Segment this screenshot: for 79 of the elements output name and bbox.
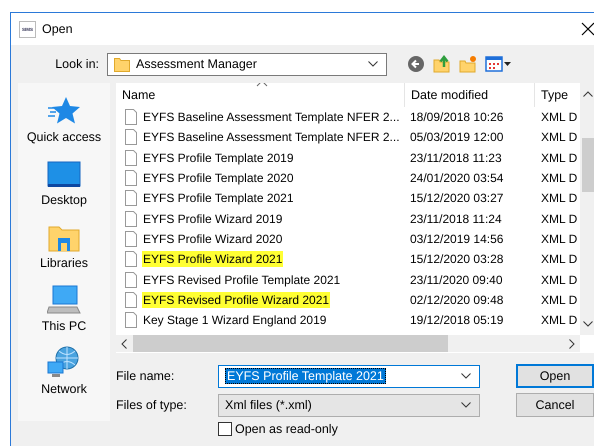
close-icon[interactable] <box>581 22 594 36</box>
document-icon <box>125 109 137 126</box>
file-name[interactable]: EYFS Profile Template 2020 <box>142 170 295 186</box>
document-icon <box>125 150 137 166</box>
document-icon <box>125 230 137 247</box>
star-icon <box>47 96 81 126</box>
file-type-dropdown[interactable]: Xml files (*.xml) <box>218 394 480 416</box>
document-icon <box>125 292 137 308</box>
scroll-up-icon[interactable] <box>583 91 593 97</box>
scroll-left-icon[interactable] <box>121 338 127 348</box>
file-type: XML D <box>541 272 578 287</box>
date-modified: 05/03/2019 12:00 <box>410 130 504 144</box>
file-name[interactable]: EYFS Profile Wizard 2021 <box>142 251 284 268</box>
file-name[interactable]: EYFS Profile Wizard 2020 <box>142 230 284 247</box>
sidebar-item[interactable]: Libraries <box>40 256 88 270</box>
file-type: XML D <box>541 150 578 165</box>
monitor-icon <box>47 161 81 189</box>
file-type: XML D <box>541 191 578 206</box>
file-type: XML D <box>541 110 578 124</box>
date-modified: 03/12/2019 14:56 <box>410 232 504 246</box>
date-modified: 15/12/2020 03:28 <box>410 252 504 266</box>
vertical-scrollbar[interactable] <box>580 83 594 335</box>
file-name-field[interactable]: EYFS Profile Template 2021 <box>218 364 480 388</box>
file-type: XML D <box>541 171 578 186</box>
document-icon <box>125 251 137 268</box>
globe-computer-icon <box>47 346 81 378</box>
file-name[interactable]: EYFS Profile Template 2021 <box>142 190 295 206</box>
file-type: XML D <box>541 313 578 328</box>
scrollbar-thumb[interactable] <box>582 138 594 192</box>
date-modified: 23/11/2018 11:23 <box>410 150 502 165</box>
date-modified: 18/09/2018 10:26 <box>410 110 504 124</box>
date-modified: 23/11/2020 09:40 <box>410 272 503 287</box>
file-name-label: File name: <box>116 369 176 383</box>
sidebar-item[interactable]: Network <box>41 382 87 396</box>
file-name[interactable]: EYFS Revised Profile Template 2021 <box>142 272 342 288</box>
date-modified: 19/12/2018 05:19 <box>410 313 504 328</box>
computer-icon <box>47 285 81 315</box>
folder-icon <box>48 224 80 252</box>
file-type: XML D <box>541 212 578 226</box>
file-type: XML D <box>541 292 578 307</box>
date-modified: 23/11/2018 11:24 <box>410 212 502 226</box>
checkbox-label[interactable]: Open as read-only <box>235 422 338 436</box>
date-modified: 15/12/2020 03:27 <box>410 191 504 206</box>
document-icon <box>125 129 137 146</box>
view-menu-icon[interactable] <box>485 55 513 73</box>
document-icon <box>125 312 137 328</box>
scroll-down-icon[interactable] <box>583 321 593 327</box>
file-name[interactable]: EYFS Baseline Assessment Template NFER 2... <box>142 129 401 146</box>
file-type: XML D <box>541 130 578 144</box>
document-icon <box>125 210 137 227</box>
folder-icon <box>114 56 130 72</box>
document-icon <box>125 272 137 288</box>
date-modified: 02/12/2020 09:48 <box>410 292 504 307</box>
look-in-label: Look in: <box>54 57 100 71</box>
file-name[interactable]: EYFS Profile Wizard 2019 <box>142 210 284 227</box>
file-type: XML D <box>541 232 578 246</box>
file-name[interactable]: Key Stage 1 Wizard England 2019 <box>142 312 328 328</box>
date-modified: 24/01/2020 03:54 <box>410 171 504 186</box>
file-name[interactable]: EYFS Revised Profile Wizard 2021 <box>142 292 330 308</box>
column-header[interactable]: Name <box>116 83 405 107</box>
file-type: XML D <box>541 252 578 266</box>
sidebar-item[interactable]: This PC <box>42 319 86 333</box>
sidebar-item[interactable]: Quick access <box>26 130 102 144</box>
open-button[interactable]: Open <box>516 364 594 388</box>
document-icon <box>125 170 137 186</box>
file-type-label: Files of type: <box>116 398 188 412</box>
column-header[interactable]: Date modified <box>405 83 535 107</box>
file-name[interactable]: EYFS Baseline Assessment Template NFER 2... <box>142 109 401 126</box>
file-name[interactable]: EYFS Profile Template 2019 <box>142 150 295 166</box>
look-in-dropdown[interactable]: Assessment Manager <box>107 52 387 76</box>
scrollbar-thumb[interactable] <box>133 335 448 352</box>
cancel-button[interactable]: Cancel <box>516 393 594 417</box>
horizontal-scrollbar[interactable] <box>116 335 580 352</box>
scroll-right-icon[interactable] <box>569 338 575 348</box>
checkbox[interactable] <box>218 422 232 436</box>
sidebar-item[interactable]: Desktop <box>41 193 87 207</box>
document-icon <box>125 190 137 206</box>
window-title: Open <box>42 22 73 36</box>
up-folder-icon[interactable] <box>433 55 451 73</box>
